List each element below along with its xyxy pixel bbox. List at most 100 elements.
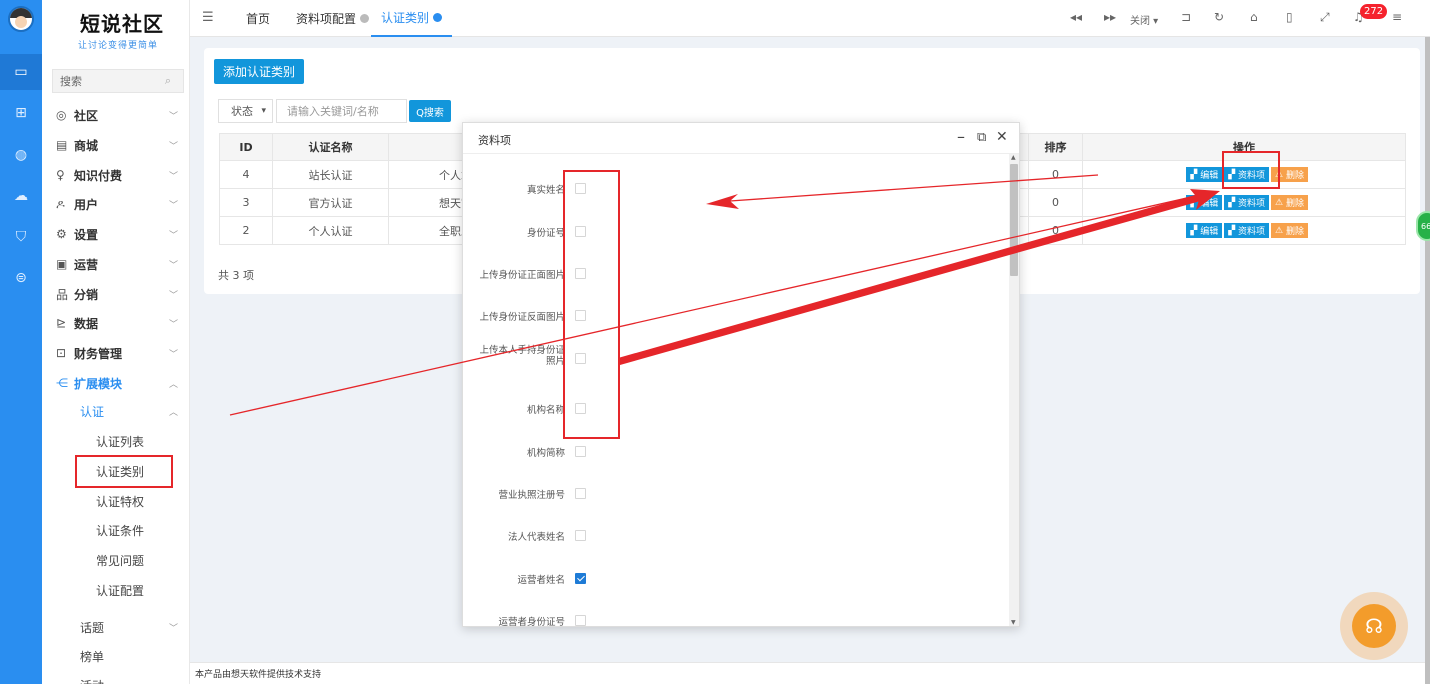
tab-home[interactable]: 首页 xyxy=(246,0,270,37)
sidebar-item-chart[interactable]: ⊵ 数据 ﹀ xyxy=(42,308,189,338)
modal-field-row: 营业执照注册号 xyxy=(463,484,1009,504)
delete-button[interactable]: ⚠ 删除 xyxy=(1271,223,1308,238)
modal-field-row: 运营者姓名 xyxy=(463,569,1009,589)
tab-auth-category[interactable]: 认证类别 xyxy=(371,0,453,37)
cell-id: 4 xyxy=(219,160,273,189)
field-label: 上传本人手持身份证照片 xyxy=(479,345,565,367)
sidebar-item-label: 分销 xyxy=(74,287,99,302)
scroll-thumb[interactable] xyxy=(1010,164,1018,276)
shield-icon[interactable]: ⛉ xyxy=(0,219,42,255)
sidebar-item-shop[interactable]: ▤ 商城 ﹀ xyxy=(42,130,189,160)
footer: 本产品由想天软件提供技术支持 xyxy=(190,662,1430,684)
annotation-box-sidebar xyxy=(75,455,173,488)
warning-icon: ⚠ xyxy=(1275,197,1284,208)
edit-label: 编辑 xyxy=(1200,171,1219,181)
data-items-button[interactable]: ▞ 资料项 xyxy=(1224,223,1270,238)
sidebar-item-extra-0[interactable]: 话题 ﹀ xyxy=(42,612,189,642)
sidebar-item-gear[interactable]: ⚙ 设置 ﹀ xyxy=(42,219,189,249)
customer-service-button[interactable]: ☊ xyxy=(1340,592,1408,660)
status-filter[interactable]: 状态 ▾ xyxy=(218,99,273,123)
field-checkbox[interactable] xyxy=(575,488,586,499)
close-icon[interactable]: ✕ xyxy=(996,129,1008,145)
chevron-down-icon: ﹀ xyxy=(168,200,178,211)
chevron-down-icon: ﹀ xyxy=(168,319,178,330)
mobile-icon[interactable]: ▯ xyxy=(1286,10,1293,24)
col-header-id: ID xyxy=(219,133,273,161)
refresh-icon[interactable]: ↻ xyxy=(1214,10,1224,24)
field-checkbox[interactable] xyxy=(575,530,586,541)
sidebar-item-label: 商城 xyxy=(74,138,99,153)
sidebar-subitem-0[interactable]: 认证列表 xyxy=(42,426,189,456)
sidebar-subitem-5[interactable]: 认证配置 xyxy=(42,575,189,605)
search-icon: ⌕ xyxy=(164,74,171,87)
data-items-button[interactable]: ▞ 资料项 xyxy=(1224,195,1270,210)
sidebar-group-auth[interactable]: 认证 ︿ xyxy=(42,396,189,426)
field-checkbox[interactable] xyxy=(575,573,586,584)
modal-scrollbar[interactable]: ▲ ▼ xyxy=(1009,154,1019,626)
sidebar-item-network[interactable]: 品分销 ﹀ xyxy=(42,279,189,309)
doc-icon: ▞ xyxy=(1228,225,1236,236)
sidebar-item-label: 活动 xyxy=(80,677,104,684)
sidebar-item-chat[interactable]: ◎ 社区 ﹀ xyxy=(42,100,189,130)
sidebar-subitem-3[interactable]: 认证条件 xyxy=(42,515,189,545)
delete-label: 删除 xyxy=(1285,199,1304,209)
avatar[interactable] xyxy=(8,6,34,32)
sidebar-item-extra-1[interactable]: 榜单 xyxy=(42,641,189,671)
keyword-input[interactable] xyxy=(276,99,407,123)
modal-field-row: 上传身份证正面图片 xyxy=(463,264,1009,284)
lock-icon[interactable]: ⌂ xyxy=(1250,10,1258,24)
close-tab-icon[interactable] xyxy=(433,13,443,22)
globe-icon[interactable]: ◍ xyxy=(0,137,42,173)
fullscreen-icon[interactable]: ⤢ xyxy=(1320,10,1330,25)
delete-button[interactable]: ⚠ 删除 xyxy=(1271,195,1308,210)
tab-prev-icon[interactable]: ◂◂ xyxy=(1070,10,1082,24)
cell-sort: 0 xyxy=(1028,216,1083,245)
search-button[interactable]: Q搜索 xyxy=(409,100,451,122)
tab-data-config[interactable]: 资料项配置 xyxy=(296,0,370,37)
edit-button[interactable]: ▞ 编辑 xyxy=(1186,167,1223,182)
chevron-down-icon: ﹀ xyxy=(168,349,178,360)
sidebar-subitem-4[interactable]: 常见问题 xyxy=(42,545,189,575)
shop-icon: ▤ xyxy=(56,138,68,152)
sidebar-item-extra-2[interactable]: 活动 xyxy=(42,670,189,684)
edit-label: 编辑 xyxy=(1200,227,1219,237)
cell-ops: ▞ 编辑 ▞ 资料项 ⚠ 删除 xyxy=(1082,188,1406,217)
desktop-icon[interactable]: ▭ xyxy=(0,54,42,90)
bulb-icon: ♀ xyxy=(56,168,65,182)
exit-icon[interactable]: ⊐ xyxy=(1181,10,1191,24)
tab-next-icon[interactable]: ▸▸ xyxy=(1104,10,1116,24)
cloud-icon[interactable]: ☁ xyxy=(0,178,42,214)
fold-menu-icon[interactable]: ☰ xyxy=(202,10,214,25)
field-label: 运营者姓名 xyxy=(517,575,565,586)
sidebar-item-monitor[interactable]: ▣ 运营 ﹀ xyxy=(42,249,189,279)
minimize-icon[interactable]: – xyxy=(957,127,965,146)
maximize-icon[interactable]: ⧉ xyxy=(977,130,986,145)
edit-button[interactable]: ▞ 编辑 xyxy=(1186,195,1223,210)
floating-green-badge[interactable]: 66 xyxy=(1416,211,1430,241)
field-checkbox[interactable] xyxy=(575,446,586,457)
more-menu-icon[interactable]: ≡ xyxy=(1392,10,1402,24)
chevron-down-icon: ﹀ xyxy=(168,623,178,634)
sidebar-item-extend[interactable]: ⋲ 扩展模块 ︿ xyxy=(42,368,189,398)
cloud-sync-icon[interactable]: ⊜ xyxy=(0,260,42,296)
sidebar-search[interactable]: 搜索 ⌕ xyxy=(52,69,184,93)
sidebar-item-label: 社区 xyxy=(74,108,99,123)
delete-label: 删除 xyxy=(1285,171,1304,181)
page-scrollbar[interactable] xyxy=(1425,37,1430,684)
field-checkbox[interactable] xyxy=(575,615,586,626)
sidebar-item-finance[interactable]: ⊡ 财务管理 ﹀ xyxy=(42,338,189,368)
cell-sort: 0 xyxy=(1028,188,1083,217)
sidebar-item-users[interactable]: ዶ 用户 ﹀ xyxy=(42,189,189,219)
chevron-down-icon: ﹀ xyxy=(168,111,178,122)
sidebar-item-label: 用户 xyxy=(74,197,99,212)
sidebar-item-bulb[interactable]: ♀ 知识付费 ﹀ xyxy=(42,160,189,190)
apps-icon[interactable]: ⊞ xyxy=(0,95,42,131)
sidebar-subitem-label: 认证条件 xyxy=(96,523,145,538)
close-tab-icon[interactable] xyxy=(360,14,370,23)
add-category-button[interactable]: 添加认证类别 xyxy=(214,59,304,84)
edit-button[interactable]: ▞ 编辑 xyxy=(1186,223,1223,238)
sidebar-subitem-2[interactable]: 认证特权 xyxy=(42,486,189,516)
scroll-down-icon[interactable]: ▼ xyxy=(1011,619,1016,626)
close-tabs-dropdown[interactable]: 关闭 ▾ xyxy=(1130,12,1158,27)
scroll-up-icon[interactable]: ▲ xyxy=(1011,154,1016,161)
